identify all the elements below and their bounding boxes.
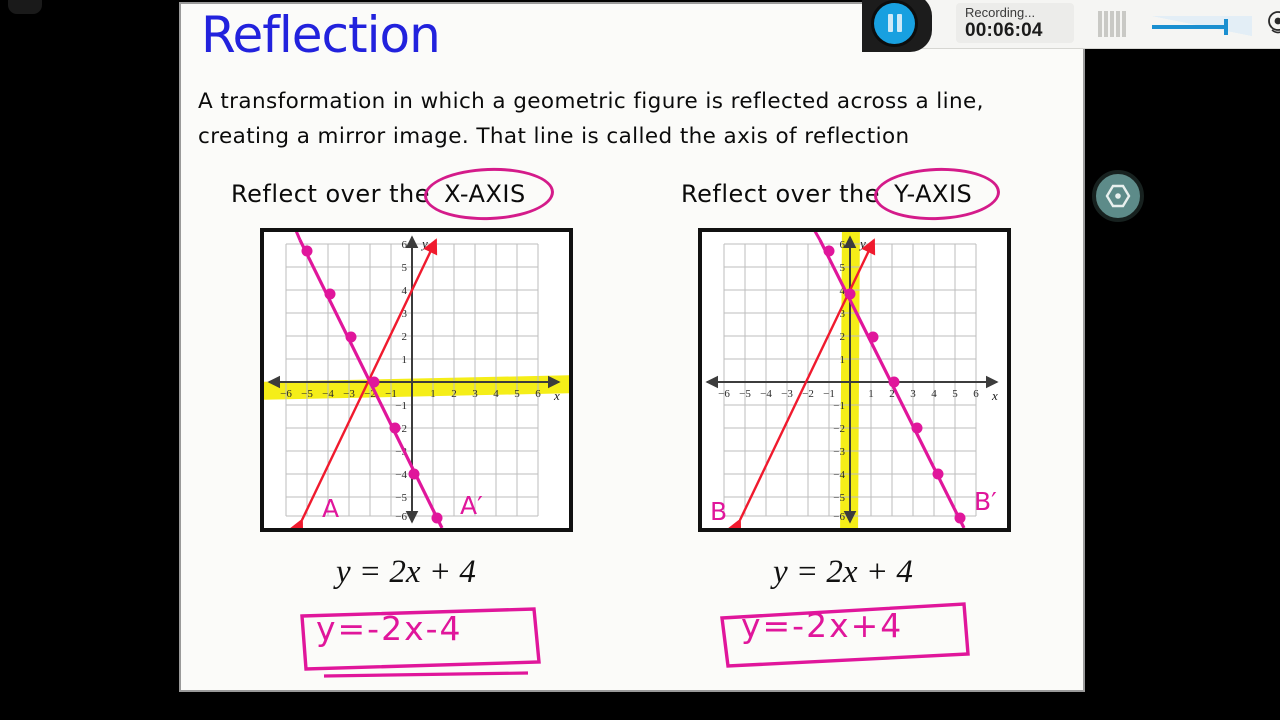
svg-text:4: 4: [931, 388, 937, 400]
pause-button[interactable]: [862, 0, 932, 52]
svg-text:1: 1: [402, 354, 408, 366]
svg-text:5: 5: [952, 388, 958, 400]
label-B-prime: B′: [974, 487, 997, 516]
svg-text:−4: −4: [322, 388, 334, 400]
svg-text:−4: −4: [760, 388, 772, 400]
left-graph-svg: −6 −5 −4 −3 −2 −1 123 456 654 321 −1−2−3 −4−…: [264, 232, 569, 528]
svg-text:−5: −5: [301, 388, 313, 400]
label-A-prime: A′: [460, 491, 483, 520]
slide-page: Reflection A transformation in which a g…: [179, 2, 1085, 692]
x-axis-label: x: [553, 388, 560, 403]
page-title: Reflection: [201, 6, 441, 64]
left-heading-prefix: Reflect over the: [231, 180, 431, 208]
left-panel-heading: Reflect over the X-AXIS: [231, 165, 555, 223]
volume-slider[interactable]: [1152, 14, 1252, 36]
svg-text:−1: −1: [385, 388, 397, 400]
svg-text:5: 5: [514, 388, 520, 400]
svg-text:3: 3: [910, 388, 916, 400]
recorder-floating-button[interactable]: [1092, 170, 1144, 222]
svg-text:−4: −4: [395, 469, 407, 481]
right-image-equation: y=-2x+4: [741, 606, 904, 645]
svg-text:−3: −3: [343, 388, 355, 400]
left-graph: −6 −5 −4 −3 −2 −1 123 456 654 321 −1 −2 −3 −4−…: [260, 228, 573, 532]
window-corner-nub: [8, 0, 42, 14]
volume-track[interactable]: [1152, 25, 1227, 29]
right-heading-axis: Y-AXIS: [894, 180, 973, 208]
y-axis-label: y: [858, 236, 866, 251]
svg-text:1: 1: [840, 354, 846, 366]
left-heading-axis: X-AXIS: [444, 180, 526, 208]
svg-text:5: 5: [402, 262, 408, 274]
svg-text:1: 1: [430, 388, 436, 400]
svg-text:2: 2: [402, 331, 408, 343]
svg-text:4: 4: [493, 388, 499, 400]
svg-text:−6: −6: [280, 388, 292, 400]
svg-text:1: 1: [868, 388, 874, 400]
audio-levels-icon: [1098, 11, 1126, 37]
y-axis-label: y: [420, 236, 428, 251]
svg-text:−3: −3: [781, 388, 793, 400]
svg-text:2: 2: [840, 331, 846, 343]
webcam-add-icon[interactable]: [1264, 9, 1280, 39]
recording-status-label: Recording...: [965, 5, 1036, 20]
x-axis-label: x: [991, 388, 998, 403]
right-heading-circled-wrap: Y-AXIS: [873, 165, 1002, 223]
svg-text:−1: −1: [823, 388, 835, 400]
svg-text:−5: −5: [739, 388, 751, 400]
screen: Reflection A transformation in which a g…: [0, 0, 1280, 720]
right-graph-svg: −6 −5 −4 −3 −2 −1 123 456 654 321 −1−2−3 −4−…: [705, 232, 999, 528]
pause-icon[interactable]: [874, 3, 915, 44]
svg-text:−1: −1: [833, 400, 845, 412]
right-graph: −6 −5 −4 −3 −2 −1 123 456 654 321 −1 −2 −3 −4−…: [698, 228, 1011, 532]
left-heading-circled-wrap: X-AXIS: [423, 165, 555, 223]
svg-text:−6: −6: [833, 511, 845, 523]
svg-text:6: 6: [402, 239, 408, 251]
svg-text:−6: −6: [718, 388, 730, 400]
svg-text:−2: −2: [833, 423, 845, 435]
hexagon-record-icon[interactable]: [1104, 182, 1132, 210]
svg-text:5: 5: [840, 262, 846, 274]
svg-text:4: 4: [402, 285, 408, 297]
recording-status: Recording... 00:06:04: [956, 3, 1074, 43]
label-A: A: [322, 494, 339, 523]
svg-text:−4: −4: [833, 469, 845, 481]
svg-text:6: 6: [535, 388, 541, 400]
svg-text:−3: −3: [833, 446, 845, 458]
left-image-equation: y=-2x-4: [316, 609, 463, 648]
svg-text:6: 6: [840, 239, 846, 251]
label-B: B: [710, 497, 727, 526]
svg-text:3: 3: [472, 388, 478, 400]
left-original-equation: y = 2x + 4: [336, 554, 476, 590]
definition-text: A transformation in which a geometric fi…: [198, 89, 984, 149]
svg-text:−5: −5: [395, 492, 407, 504]
svg-text:−1: −1: [395, 400, 407, 412]
svg-text:−5: −5: [833, 492, 845, 504]
recording-timer: 00:06:04: [965, 20, 1043, 41]
svg-text:−2: −2: [802, 388, 814, 400]
svg-text:2: 2: [451, 388, 457, 400]
svg-text:−6: −6: [395, 511, 407, 523]
recorder-toolbar: Recording... 00:06:04: [862, 0, 1280, 52]
volume-thumb[interactable]: [1224, 19, 1228, 35]
right-heading-prefix: Reflect over the: [681, 180, 881, 208]
right-original-equation: y = 2x + 4: [773, 554, 913, 590]
svg-text:6: 6: [973, 388, 979, 400]
right-panel-heading: Reflect over the Y-AXIS: [681, 165, 1002, 223]
